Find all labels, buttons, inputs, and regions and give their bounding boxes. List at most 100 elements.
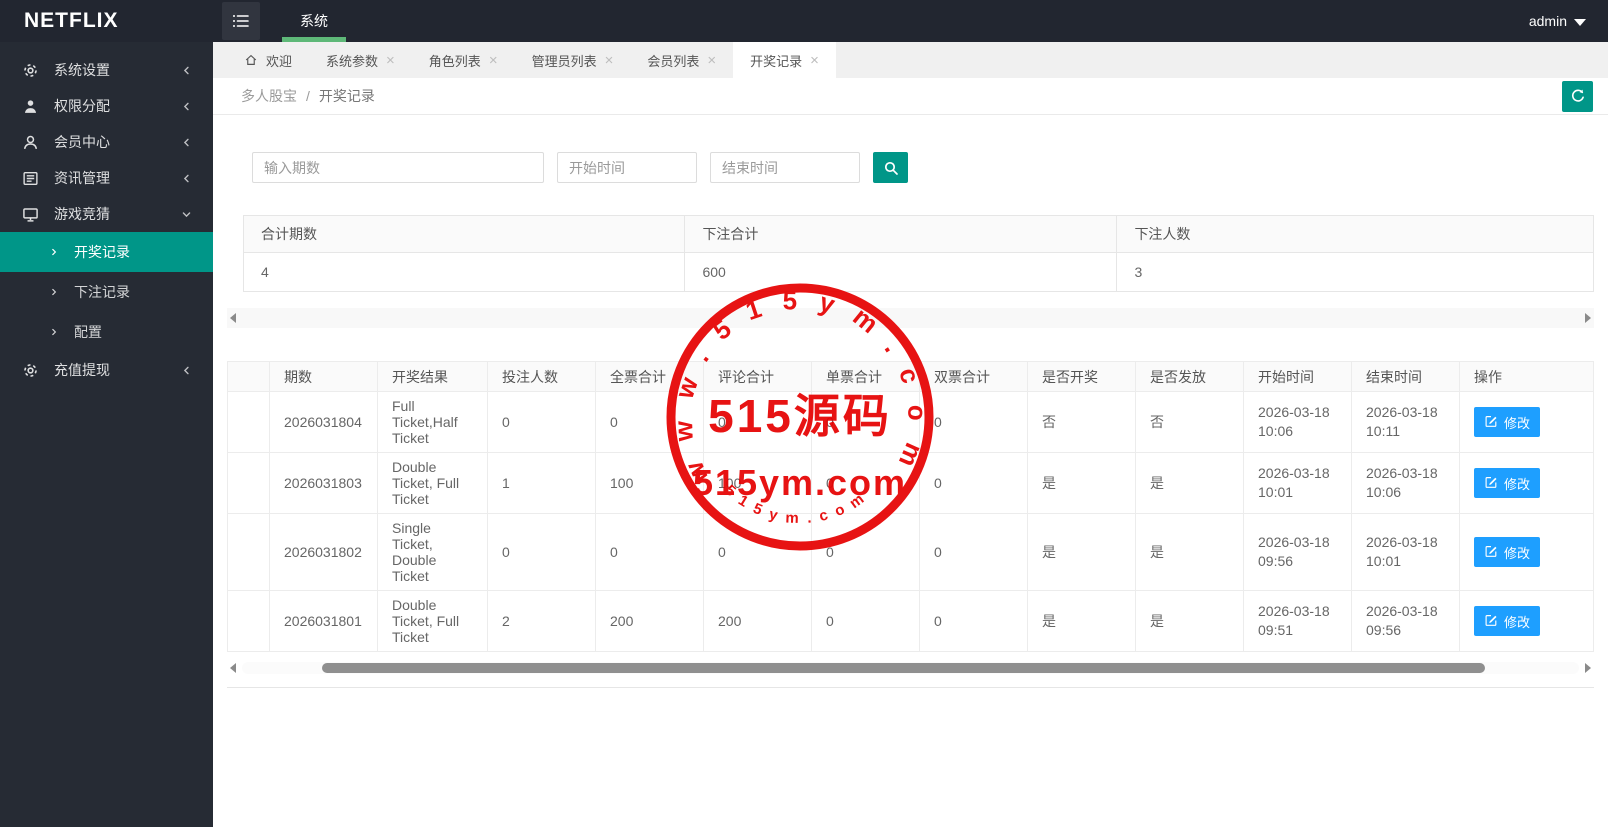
admin-app: NETFLIX 系统 admin 系统设置 权限分配 会员中心 资讯管理 游戏竞猜 开奖记… — [0, 0, 1608, 827]
close-icon[interactable]: × — [386, 53, 395, 68]
news-icon — [22, 170, 39, 187]
refresh-button[interactable] — [1562, 80, 1593, 112]
gear-icon — [22, 62, 39, 79]
cell-end_time: 2026-03-18 10:11 — [1351, 391, 1460, 453]
records-header-cell: 开始时间 — [1243, 361, 1352, 392]
sidebar-item-游戏竞猜[interactable]: 游戏竞猜 — [0, 196, 213, 232]
tab-系统参数[interactable]: 系统参数 × — [309, 42, 412, 78]
edit-icon — [1484, 475, 1498, 492]
scroll-right-icon[interactable] — [1585, 663, 1591, 673]
cell-full_total: 0 — [595, 513, 704, 591]
cell-end_time: 2026-03-18 09:56 — [1351, 590, 1460, 652]
cell-is_drawn: 是 — [1027, 590, 1136, 652]
edit-button[interactable]: 修改 — [1474, 468, 1541, 498]
refresh-icon — [1570, 88, 1586, 104]
sidebar-item-充值提现[interactable]: 充值提现 — [0, 352, 213, 388]
tab-label: 角色列表 — [428, 53, 481, 69]
close-icon[interactable]: × — [810, 53, 819, 68]
records-header-cell: 单票合计 — [811, 361, 920, 392]
cell-full_total: 200 — [595, 590, 704, 652]
main-area: 欢迎 系统参数 × 角色列表 × 管理员列表 × 会员列表 × 开奖记录 × 多人股宝 / 开奖记录 — [213, 42, 1608, 827]
content-panel: 合计期数下注合计下注人数 46003 期数开奖结果投注人数全票合计评论合计单票合… — [213, 115, 1608, 827]
cell-is_issued: 是 — [1135, 452, 1244, 514]
cell-start_time: 2026-03-18 09:56 — [1243, 513, 1352, 591]
sidebar-subitem-开奖记录[interactable]: 开奖记录 — [0, 232, 213, 272]
close-icon[interactable]: × — [489, 53, 498, 68]
cell-bettors: 1 — [487, 452, 596, 514]
tab-label: 欢迎 — [266, 53, 293, 69]
sidebar-subitem-下注记录[interactable]: 下注记录 — [0, 272, 213, 312]
content-divider — [227, 687, 1594, 688]
records-header-cell: 全票合计 — [595, 361, 704, 392]
sidebar-item-系统设置[interactable]: 系统设置 — [0, 52, 213, 88]
tab-label: 系统参数 — [326, 53, 379, 69]
tab-label: 管理员列表 — [531, 53, 597, 69]
sidebar-subitem-label: 下注记录 — [74, 284, 130, 300]
chevron-left-icon — [180, 136, 193, 149]
tab-会员列表[interactable]: 会员列表 × — [630, 42, 733, 78]
tab-开奖记录[interactable]: 开奖记录 × — [733, 42, 836, 78]
period-input[interactable] — [252, 152, 544, 183]
records-header-cell: 操作 — [1459, 361, 1594, 392]
summary-value-cell: 600 — [684, 252, 1118, 292]
records-header-cell: 双票合计 — [919, 361, 1028, 392]
sidebar-item-会员中心[interactable]: 会员中心 — [0, 124, 213, 160]
user-menu[interactable]: admin — [1529, 13, 1608, 29]
sidebar-item-label: 会员中心 — [54, 134, 110, 150]
sidebar-toggle-button[interactable] — [222, 2, 260, 40]
chevron-left-icon — [180, 64, 193, 77]
scrollbar-thumb[interactable] — [322, 663, 1486, 673]
sidebar-item-权限分配[interactable]: 权限分配 — [0, 88, 213, 124]
close-icon[interactable]: × — [707, 53, 716, 68]
tab-管理员列表[interactable]: 管理员列表 × — [515, 42, 631, 78]
records-table: 期数 开奖结果 投注人数 全票合计 评论合计 单票合计 双票合计 是否开奖 是否发放 开始时间 结束… — [227, 361, 1594, 652]
cell-result: Full Ticket,Half Ticket — [377, 391, 488, 453]
sidebar-item-label: 权限分配 — [54, 98, 110, 114]
start-time-input[interactable] — [557, 152, 697, 183]
edit-icon — [1484, 414, 1498, 431]
sidebar-item-资讯管理[interactable]: 资讯管理 — [0, 160, 213, 196]
sidebar-item-label: 资讯管理 — [54, 170, 110, 186]
sidebar-subitem-配置[interactable]: 配置 — [0, 312, 213, 352]
cell-result: Single Ticket, Double Ticket — [377, 513, 488, 591]
breadcrumb-separator: / — [306, 88, 310, 104]
end-time-input[interactable] — [710, 152, 860, 183]
table-horizontal-scrollbar-top[interactable] — [227, 308, 1594, 328]
scrollbar-track[interactable] — [242, 662, 1579, 674]
scroll-left-icon[interactable] — [230, 313, 236, 323]
scroll-right-icon[interactable] — [1585, 313, 1591, 323]
tab-欢迎[interactable]: 欢迎 — [227, 42, 309, 78]
records-header-cell: 期数 — [269, 361, 378, 392]
tab-角色列表[interactable]: 角色列表 × — [412, 42, 515, 78]
cell-start_time: 2026-03-18 09:51 — [1243, 590, 1352, 652]
edit-button[interactable]: 修改 — [1474, 537, 1541, 567]
tab-label: 开奖记录 — [750, 53, 803, 69]
gear-icon — [22, 362, 39, 379]
scroll-left-icon[interactable] — [230, 663, 236, 673]
edit-button-label: 修改 — [1504, 614, 1531, 630]
cell-start_time: 2026-03-18 10:06 — [1243, 391, 1352, 453]
table-horizontal-scrollbar-bottom[interactable] — [227, 660, 1594, 676]
row-index-cell — [227, 391, 270, 453]
sidebar-item-label: 充值提现 — [54, 362, 110, 378]
row-index-cell — [227, 590, 270, 652]
cell-single_total: 0 — [811, 513, 920, 591]
sidebar: 系统设置权限分配会员中心资讯管理游戏竞猜 开奖记录下注记录配置充值提现 — [0, 42, 213, 827]
breadcrumb-parent: 多人股宝 — [241, 88, 297, 104]
breadcrumb-bar: 多人股宝 / 开奖记录 — [213, 78, 1608, 115]
arrow-right-icon — [48, 286, 60, 298]
cell-full_total: 100 — [595, 452, 704, 514]
hamburger-icon — [232, 13, 250, 29]
summary-header-cell: 下注人数 — [1116, 215, 1594, 253]
table-row: 2026031802 Single Ticket, Double Ticket 0 0… — [227, 513, 1594, 591]
chevron-left-icon — [180, 364, 193, 377]
edit-button[interactable]: 修改 — [1474, 407, 1541, 437]
active-nav-underline — [282, 37, 346, 42]
edit-button[interactable]: 修改 — [1474, 606, 1541, 636]
edit-button-label: 修改 — [1504, 415, 1531, 431]
search-button[interactable] — [873, 152, 908, 183]
top-nav-item-system[interactable]: 系统 — [276, 0, 352, 42]
close-icon[interactable]: × — [605, 53, 614, 68]
caret-down-icon — [1574, 18, 1586, 26]
cell-result: Double Ticket, Full Ticket — [377, 452, 488, 514]
